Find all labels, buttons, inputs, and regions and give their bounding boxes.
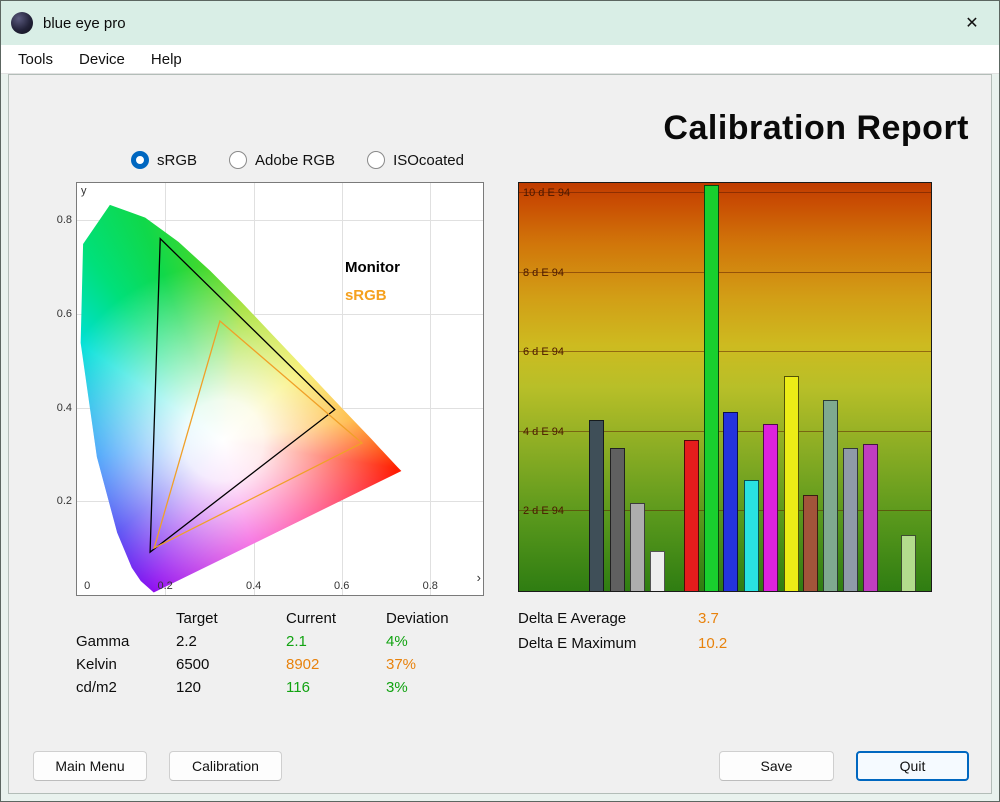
chart-gridline <box>519 272 931 273</box>
delta-e-bar <box>704 185 719 591</box>
luminance-current: 116 <box>286 679 386 696</box>
delta-e-bar <box>589 420 604 591</box>
radio-unselected-icon <box>229 151 247 169</box>
col-header-current: Current <box>286 610 386 627</box>
delta-e-bar <box>803 495 818 591</box>
delta-e-bar <box>823 400 838 591</box>
monitor-legend-label: Monitor <box>345 259 400 276</box>
chart-gridline <box>519 351 931 352</box>
x-tick: 0.8 <box>423 580 438 592</box>
radio-adobe-rgb-label: Adobe RGB <box>255 152 335 169</box>
app-window: blue eye pro ✕ Tools Device Help Calibra… <box>0 0 1000 802</box>
delta-e-average-value: 3.7 <box>698 610 719 627</box>
radio-selected-icon <box>131 151 149 169</box>
measurement-table: Target Current Deviation Gamma 2.2 2.1 4… <box>76 610 506 696</box>
radio-isocoated[interactable]: ISOcoated <box>367 151 464 169</box>
delta-e-bar <box>863 444 878 591</box>
delta-e-bar <box>610 448 625 591</box>
kelvin-target: 6500 <box>176 656 286 673</box>
menu-tools[interactable]: Tools <box>5 47 66 72</box>
x-tick: 0.2 <box>157 580 172 592</box>
chart-gridline-label: 10 d E 94 <box>523 187 570 199</box>
window-title: blue eye pro <box>43 15 126 32</box>
y-tick: 0.6 <box>57 308 72 320</box>
save-button[interactable]: Save <box>719 751 834 781</box>
radio-srgb-label: sRGB <box>157 152 197 169</box>
chart-gridline-label: 8 d E 94 <box>523 267 564 279</box>
x-tick: 0.6 <box>334 580 349 592</box>
delta-e-maximum-row: Delta E Maximum 10.2 <box>518 635 727 652</box>
delta-e-average-row: Delta E Average 3.7 <box>518 610 719 627</box>
profile-radio-group: sRGB Adobe RGB ISOcoated <box>131 151 464 169</box>
chart-gridline-label: 2 d E 94 <box>523 505 564 517</box>
kelvin-current: 8902 <box>286 656 386 673</box>
y-axis-label: y <box>81 185 87 197</box>
delta-e-bar <box>650 551 665 591</box>
page-title: Calibration Report <box>663 109 969 148</box>
y-tick: 0.4 <box>57 402 72 414</box>
row-label-luminance: cd/m2 <box>76 679 176 696</box>
chart-gridline <box>519 192 931 193</box>
delta-e-maximum-label: Delta E Maximum <box>518 635 698 652</box>
delta-e-bar <box>630 503 645 591</box>
delta-e-chart-bars: 2 d E 94 4 d E 94 6 d E 94 8 d E 94 10 d E 9… <box>518 182 932 592</box>
x-tick: 0.4 <box>246 580 261 592</box>
y-tick: 0.8 <box>57 214 72 226</box>
table-corner <box>76 610 176 627</box>
x-tick: 0 <box>84 580 90 592</box>
row-label-gamma: Gamma <box>76 633 176 650</box>
radio-isocoated-label: ISOcoated <box>393 152 464 169</box>
app-icon <box>11 12 33 34</box>
delta-e-bar <box>723 412 738 591</box>
delta-e-maximum-value: 10.2 <box>698 635 727 652</box>
kelvin-deviation: 37% <box>386 656 506 673</box>
gamma-current: 2.1 <box>286 633 386 650</box>
y-tick: 0.2 <box>57 495 72 507</box>
chart-gridline-label: 6 d E 94 <box>523 346 564 358</box>
delta-e-bar <box>744 480 759 591</box>
delta-e-bar <box>843 448 858 591</box>
main-menu-button[interactable]: Main Menu <box>33 751 147 781</box>
menu-help[interactable]: Help <box>138 47 195 72</box>
chart-gridline-label: 4 d E 94 <box>523 426 564 438</box>
close-icon[interactable]: ✕ <box>955 13 989 33</box>
delta-e-bar <box>763 424 778 591</box>
menu-device[interactable]: Device <box>66 47 138 72</box>
delta-e-bar <box>901 535 916 591</box>
calibration-button[interactable]: Calibration <box>169 751 282 781</box>
delta-e-bar <box>784 376 799 591</box>
radio-srgb[interactable]: sRGB <box>131 151 197 169</box>
menu-bar: Tools Device Help <box>1 45 999 74</box>
delta-e-average-label: Delta E Average <box>518 610 698 627</box>
luminance-deviation: 3% <box>386 679 506 696</box>
main-content: Calibration Report sRGB Adobe RGB ISOcoa… <box>8 74 992 794</box>
luminance-target: 120 <box>176 679 286 696</box>
col-header-deviation: Deviation <box>386 610 506 627</box>
gamma-deviation: 4% <box>386 633 506 650</box>
srgb-gamut-triangle <box>154 321 362 548</box>
quit-button[interactable]: Quit <box>856 751 969 781</box>
radio-adobe-rgb[interactable]: Adobe RGB <box>229 151 335 169</box>
gamut-triangles <box>77 183 483 595</box>
x-axis-arrow-icon: › <box>477 570 481 585</box>
chromaticity-diagram: y › 0 0.2 0.4 0.6 0.8 0.8 0.6 0.4 0.2 Mo… <box>76 182 484 596</box>
row-label-kelvin: Kelvin <box>76 656 176 673</box>
delta-e-bar <box>684 440 699 591</box>
title-bar: blue eye pro ✕ <box>1 1 999 45</box>
gamma-target: 2.2 <box>176 633 286 650</box>
col-header-target: Target <box>176 610 286 627</box>
srgb-legend-label: sRGB <box>345 287 387 304</box>
radio-unselected-icon <box>367 151 385 169</box>
